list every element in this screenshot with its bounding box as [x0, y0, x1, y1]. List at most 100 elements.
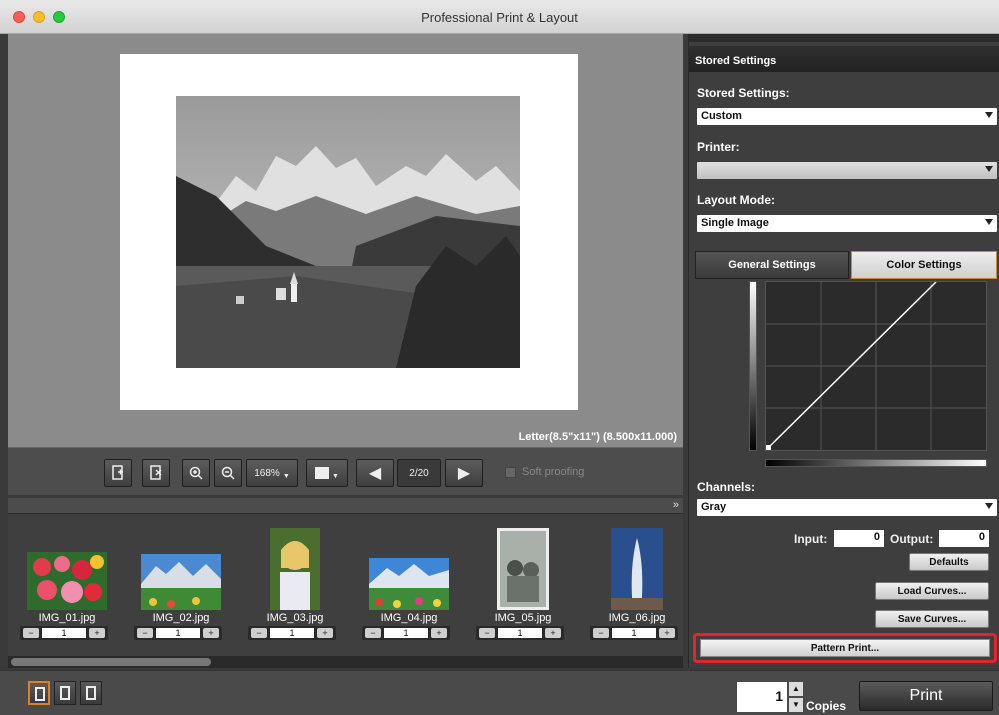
copies-value[interactable]: 1 — [156, 628, 200, 638]
zoom-in-button[interactable] — [182, 459, 210, 487]
zoom-fit-button[interactable] — [214, 459, 242, 487]
dropdown-arrow-icon — [985, 166, 993, 172]
stored-settings-section-header[interactable]: Stored Settings — [689, 46, 999, 72]
decrement-button[interactable]: ▼ — [789, 698, 803, 712]
thumbnail-item[interactable]: IMG_05.jpg − 1 + — [468, 528, 578, 646]
scrollbar-thumb[interactable] — [11, 658, 211, 666]
thumbnail-image — [497, 528, 549, 610]
decrement-button[interactable]: − — [23, 628, 39, 638]
add-page-button[interactable] — [104, 459, 132, 487]
thumbnail-filename: IMG_02.jpg — [152, 612, 210, 624]
next-page-button[interactable]: ▶ — [445, 459, 483, 487]
input-label: Input: — [794, 532, 828, 546]
thumbnail-scrollbar[interactable] — [8, 656, 683, 668]
thumbnail-item[interactable]: IMG_06.jpg − 1 + — [582, 528, 692, 646]
copies-stepper[interactable]: − 1 + — [20, 626, 108, 640]
thumbnail-image — [141, 554, 221, 610]
window-title: Professional Print & Layout — [421, 10, 578, 25]
copies-stepper[interactable]: − 1 + — [476, 626, 564, 640]
thumbnail-filename: IMG_05.jpg — [494, 612, 552, 624]
copies-value[interactable]: 1 — [42, 628, 86, 638]
previous-page-button[interactable]: ◀ — [356, 459, 394, 487]
thumbnail-strip: IMG_01.jpg − 1 + IMG_02.jpg − 1 + IMG_03… — [8, 514, 683, 668]
preview-toolbar: 168% ▼ ▼ ◀ 2/20 ▶ Soft proofing — [8, 447, 683, 495]
decrement-button[interactable]: − — [137, 628, 153, 638]
tab-general-settings[interactable]: General Settings — [695, 251, 849, 279]
increment-button[interactable]: + — [659, 628, 675, 638]
layout-mode-select[interactable]: Single Image — [697, 215, 997, 232]
copies-stepper[interactable]: ▲ ▼ — [789, 682, 803, 712]
print-button[interactable]: Print — [859, 681, 993, 711]
thumbnail-filename: IMG_01.jpg — [38, 612, 96, 624]
copies-input[interactable]: 1 — [737, 682, 787, 712]
mountain-landscape-image — [176, 96, 520, 368]
thumbnail-filename: IMG_03.jpg — [266, 612, 324, 624]
copies-stepper[interactable]: − 1 + — [248, 626, 336, 640]
thumbnail-item[interactable]: IMG_02.jpg − 1 + — [126, 528, 236, 646]
stored-settings-value: Custom — [701, 110, 742, 122]
delete-page-icon — [150, 465, 162, 480]
increment-button[interactable]: ▲ — [789, 682, 803, 696]
increment-button[interactable]: + — [317, 628, 333, 638]
copies-value[interactable]: 1 — [270, 628, 314, 638]
dropdown-arrow-icon — [985, 112, 993, 118]
zoom-level-dropdown[interactable]: 168% ▼ — [246, 459, 298, 487]
dropdown-arrow-icon: ▼ — [332, 472, 339, 480]
thumbnail-item[interactable]: IMG_01.jpg − 1 + — [12, 528, 122, 646]
thumbnail-strip-header: » — [8, 498, 683, 514]
page-indicator: 2/20 — [397, 459, 441, 487]
section-title: Stored Settings — [695, 55, 777, 67]
tone-curve-editor — [689, 279, 999, 474]
input-field[interactable]: 0 — [834, 530, 884, 547]
decrement-button[interactable]: − — [251, 628, 267, 638]
dropdown-arrow-icon — [985, 219, 993, 225]
decrement-button[interactable]: − — [365, 628, 381, 638]
soft-proofing-checkbox[interactable] — [505, 466, 516, 478]
thumbnail-filename: IMG_04.jpg — [380, 612, 438, 624]
tone-curve-graph[interactable] — [765, 281, 987, 451]
collapse-thumbnails-icon[interactable]: » — [673, 499, 679, 511]
copies-value[interactable]: 1 — [498, 628, 542, 638]
output-field[interactable]: 0 — [939, 530, 989, 547]
defaults-button[interactable]: Defaults — [909, 553, 989, 571]
vertical-gradient-bar — [749, 281, 757, 451]
copies-value[interactable]: 1 — [612, 628, 656, 638]
channels-select[interactable]: Gray — [697, 499, 997, 516]
increment-button[interactable]: + — [203, 628, 219, 638]
soft-proofing-label: Soft proofing — [522, 466, 585, 478]
single-view-button[interactable] — [28, 681, 50, 705]
preview-photo[interactable] — [176, 96, 520, 368]
copies-value[interactable]: 1 — [384, 628, 428, 638]
copies-stepper[interactable]: − 1 + — [134, 626, 222, 640]
single-page-icon — [35, 687, 45, 701]
layout-mode-value: Single Image — [701, 217, 769, 229]
printer-select[interactable] — [697, 162, 997, 179]
bottom-bar: 1 ▲ ▼ Copies Print — [0, 670, 999, 715]
output-label: Output: — [890, 532, 934, 546]
copies-stepper[interactable]: − 1 + — [590, 626, 678, 640]
display-mode-dropdown[interactable]: ▼ — [306, 459, 348, 487]
thumbnail-image — [369, 558, 449, 610]
soft-proofing-option[interactable]: Soft proofing — [505, 466, 584, 478]
channels-value: Gray — [701, 501, 727, 513]
dropdown-arrow-icon: ▼ — [282, 472, 290, 480]
load-curves-button[interactable]: Load Curves... — [875, 582, 989, 600]
split-view-button[interactable] — [80, 681, 102, 705]
delete-page-button[interactable] — [142, 459, 170, 487]
increment-button[interactable]: + — [431, 628, 447, 638]
compare-view-button[interactable] — [54, 681, 76, 705]
decrement-button[interactable]: − — [593, 628, 609, 638]
paper-size-label: Letter(8.5"x11") (8.500x11.000) — [518, 431, 677, 443]
stored-settings-select[interactable]: Custom — [697, 108, 997, 125]
thumbnail-item[interactable]: IMG_03.jpg − 1 + — [240, 528, 350, 646]
increment-button[interactable]: + — [545, 628, 561, 638]
thumbnail-item[interactable]: IMG_04.jpg − 1 + — [354, 528, 464, 646]
copies-stepper[interactable]: − 1 + — [362, 626, 450, 640]
increment-button[interactable]: + — [89, 628, 105, 638]
save-curves-button[interactable]: Save Curves... — [875, 610, 989, 628]
pattern-print-button[interactable]: Pattern Print... — [700, 639, 990, 657]
decrement-button[interactable]: − — [479, 628, 495, 638]
tab-color-settings[interactable]: Color Settings — [851, 251, 997, 279]
print-preview-area[interactable]: Letter(8.5"x11") (8.500x11.000) — [8, 34, 683, 447]
zoom-level-value: 168% — [254, 467, 280, 479]
